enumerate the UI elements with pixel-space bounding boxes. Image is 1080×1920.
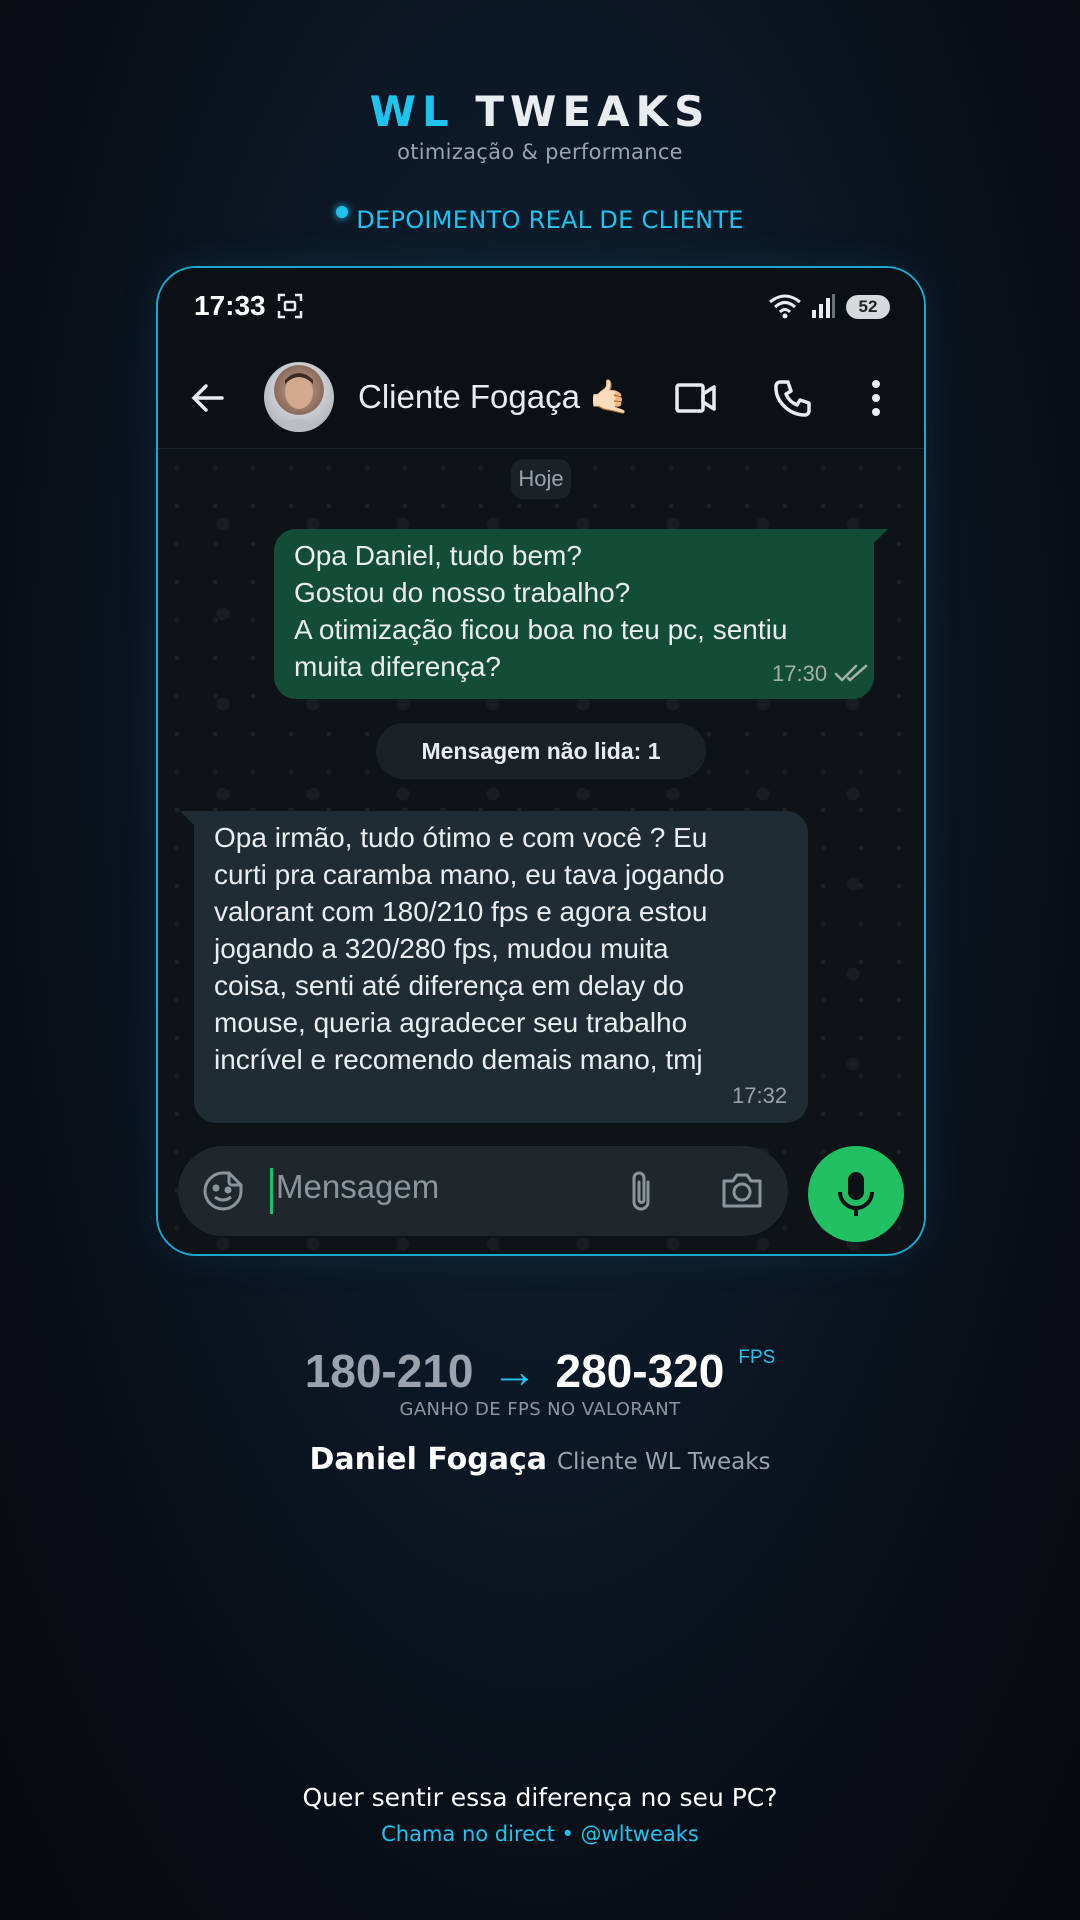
- outgoing-line: Opa Daniel, tudo bem?: [294, 540, 582, 571]
- double-check-icon: [834, 663, 868, 689]
- status-time: 17:33: [194, 290, 266, 321]
- incoming-line: incrível e recomendo demais mano, tmj: [214, 1044, 703, 1075]
- brand-wl: WL: [369, 87, 455, 136]
- status-bar: 17:33 52: [158, 268, 924, 348]
- date-chip: Hoje: [511, 459, 571, 499]
- author-role: Cliente WL Tweaks: [556, 1449, 771, 1475]
- avatar[interactable]: [264, 362, 334, 432]
- message-composer[interactable]: Mensagem: [178, 1146, 788, 1236]
- more-options-icon[interactable]: [870, 378, 882, 423]
- testimonial-author: Daniel Fogaça Cliente WL Tweaks: [0, 1442, 1080, 1477]
- call-to-action: Quer sentir essa diferença no seu PC? Ch…: [0, 1783, 1080, 1846]
- brand-header: WL TWEAKS otimização & performance: [0, 86, 1080, 164]
- badge-dot-icon: [336, 206, 349, 218]
- brand-subtitle: otimização & performance: [397, 140, 683, 164]
- battery-indicator: 52: [846, 295, 890, 319]
- arrow-right-icon: →: [491, 1345, 538, 1397]
- attach-icon[interactable]: [626, 1168, 656, 1219]
- wifi-icon: [768, 292, 802, 325]
- incoming-message[interactable]: Opa irmão, tudo ótimo e com você ? Eu cu…: [180, 811, 808, 1123]
- incoming-line: valorant com 180/210 fps e agora estou: [214, 896, 708, 927]
- camera-icon[interactable]: [720, 1170, 764, 1215]
- outgoing-bubble-tail: [874, 529, 888, 543]
- incoming-line: mouse, queria agradecer seu trabalho: [214, 1007, 688, 1038]
- incoming-message-text: Opa irmão, tudo ótimo e com você ? Eu cu…: [214, 819, 804, 1078]
- badge-label: DEPOIMENTO REAL DE CLIENTE: [356, 206, 744, 234]
- outgoing-message[interactable]: Opa Daniel, tudo bem? Gostou do nosso tr…: [274, 529, 888, 699]
- screenshot-icon: [276, 292, 304, 325]
- message-input[interactable]: Mensagem: [276, 1168, 439, 1206]
- phone-screenshot: 17:33 52 Cliente Fogaça 🤙🏻 Hoje Opa Dani…: [156, 266, 926, 1256]
- signal-icon: [810, 292, 836, 325]
- testimonial-badge: DEPOIMENTO REAL DE CLIENTE: [0, 206, 1080, 234]
- fps-label: GANHO DE FPS NO VALORANT: [399, 1399, 681, 1420]
- sticker-icon[interactable]: [202, 1170, 244, 1217]
- brand-tweaks: TWEAKS: [475, 87, 711, 136]
- mic-icon: [838, 1172, 874, 1216]
- chat-app-bar: Cliente Fogaça 🤙🏻: [158, 348, 924, 449]
- fps-before: 180-210: [304, 1345, 474, 1397]
- incoming-line: coisa, senti até diferença em delay do: [214, 970, 685, 1001]
- chat-area[interactable]: Hoje Opa Daniel, tudo bem? Gostou do nos…: [158, 449, 924, 1254]
- brand-title: WL TWEAKS: [0, 86, 1080, 138]
- author-name: Daniel Fogaça: [309, 1442, 547, 1477]
- back-arrow-icon[interactable]: [188, 378, 228, 423]
- incoming-line: jogando a 320/280 fps, mudou muita: [214, 933, 669, 964]
- incoming-time: 17:32: [732, 1083, 788, 1108]
- cta-contact-link[interactable]: Chama no direct • @wltweaks: [0, 1822, 1080, 1846]
- video-call-icon[interactable]: [674, 378, 718, 423]
- outgoing-time: 17:30: [772, 661, 828, 686]
- unread-messages-chip: Mensagem não lida: 1: [376, 723, 706, 779]
- contact-name[interactable]: Cliente Fogaça 🤙🏻: [358, 378, 630, 417]
- fps-row: 180-210 → 280-320 FPS: [0, 1330, 1080, 1399]
- incoming-bubble-tail: [180, 811, 194, 825]
- incoming-line: curti pra caramba mano, eu tava jogando: [214, 859, 725, 890]
- fps-unit: FPS: [738, 1347, 776, 1368]
- incoming-line: Opa irmão, tudo ótimo e com você ? Eu: [214, 822, 708, 853]
- text-cursor: [270, 1168, 273, 1214]
- outgoing-line: A otimização ficou boa no teu pc, sentiu: [294, 614, 788, 645]
- mic-button[interactable]: [808, 1146, 904, 1242]
- outgoing-line: Gostou do nosso trabalho?: [294, 577, 631, 608]
- fps-gain-stat: 180-210 → 280-320 FPS GANHO DE FPS NO VALOR…: [0, 1330, 1080, 1420]
- voice-call-icon[interactable]: [772, 378, 812, 423]
- fps-after: 280-320: [555, 1345, 725, 1397]
- cta-main-text: Quer sentir essa diferença no seu PC?: [302, 1783, 778, 1812]
